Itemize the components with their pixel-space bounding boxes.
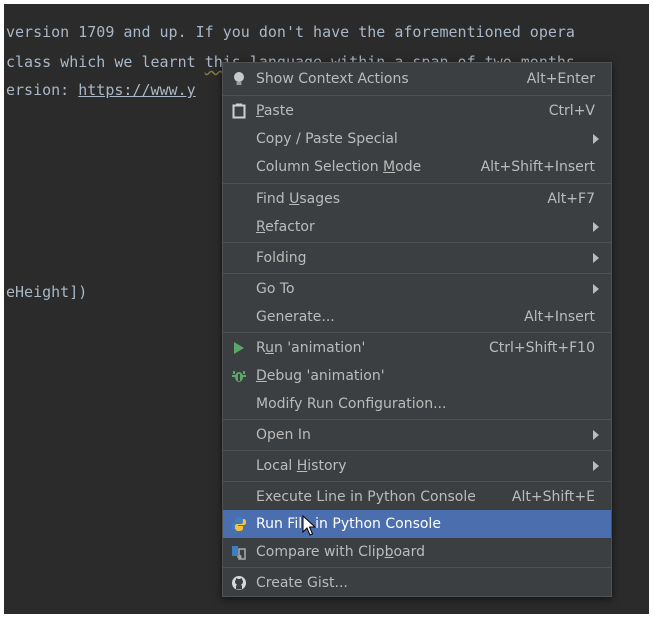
menu-item-label: Generate... [256,309,335,325]
menu-separator [223,567,611,568]
label-part: oard [393,544,425,560]
menu-item-create-gist[interactable]: Create Gist... [223,569,611,597]
code-line-3[interactable]: ersion: https://www.y [6,79,196,101]
ide-window: version 1709 and up. If you don't have t… [4,4,649,614]
label-mnemonic: U [289,191,300,207]
menu-item-label: Open In [256,427,311,443]
context-menu: Show Context Actions Alt+Enter Paste Ctr… [222,62,612,597]
code-line-4[interactable]: eHeight]) [6,281,87,303]
menu-item-modify-run-configuration[interactable]: Modify Run Configuration... [223,390,611,418]
run-icon [229,338,249,358]
menu-item-label: Run 'animation' [256,340,365,356]
menu-item-shortcut: Alt+F7 [547,191,595,207]
code-line-2-text: class which we learnt [6,53,205,71]
debug-icon [229,366,249,386]
submenu-arrow-icon [593,222,599,232]
menu-item-shortcut: Alt+Shift+E [511,489,595,505]
label-mnemonic: H [296,458,308,474]
menu-item-run-animation[interactable]: Run 'animation' Ctrl+Shift+F10 [223,334,611,362]
label-part: Compare with Clip [256,544,385,560]
label-part: Local [256,458,297,474]
menu-item-shortcut: Alt+Enter [526,71,595,87]
menu-item-column-selection-mode[interactable]: Column Selection Mode Alt+Shift+Insert [223,153,611,181]
menu-item-label: Compare with Clipboard [256,544,425,560]
menu-separator [223,450,611,451]
label-mnemonic: P [256,103,264,119]
submenu-arrow-icon [593,253,599,263]
label-part: ode [395,159,422,175]
label-part: R [256,340,266,356]
menu-item-compare-with-clipboard[interactable]: Compare with Clipboard [223,538,611,566]
menu-item-label: Local History [256,458,347,474]
lightbulb-icon [229,69,249,89]
label-mnemonic: M [383,159,396,175]
menu-item-copy-paste-special[interactable]: Copy / Paste Special [223,125,611,153]
menu-separator [223,242,611,243]
menu-item-label: Debug 'animation' [256,368,385,384]
menu-item-label: Folding [256,250,307,266]
python-icon [229,514,249,534]
menu-item-refactor[interactable]: Refactor [223,213,611,241]
menu-item-find-usages[interactable]: Find Usages Alt+F7 [223,185,611,213]
menu-item-label: Copy / Paste Special [256,131,398,147]
menu-item-label: Go To [256,281,295,297]
menu-item-paste[interactable]: Paste Ctrl+V [223,97,611,125]
menu-item-shortcut: Alt+Shift+Insert [480,159,595,175]
code-line-3-text: ersion: [6,81,79,99]
menu-item-local-history[interactable]: Local History [223,452,611,480]
menu-item-show-context-actions[interactable]: Show Context Actions Alt+Enter [223,65,611,93]
menu-item-shortcut: Alt+Insert [524,309,595,325]
submenu-arrow-icon [593,430,599,440]
compare-icon [229,542,249,562]
code-line-1[interactable]: version 1709 and up. If you don't have t… [6,21,575,43]
label-part: sages [299,191,341,207]
menu-item-run-file-python-console[interactable]: Run File in Python Console [223,510,611,538]
menu-item-label: Find Usages [256,191,340,207]
menu-item-label: Execute Line in Python Console [256,489,476,505]
menu-item-folding[interactable]: Folding [223,244,611,272]
submenu-arrow-icon [593,134,599,144]
menu-separator [223,332,611,333]
label-part: ebug 'animation' [266,368,385,384]
menu-item-label: Show Context Actions [256,71,409,87]
menu-separator [223,95,611,96]
label-part: aste [263,103,294,119]
label-mnemonic: D [256,368,267,384]
menu-item-shortcut: Ctrl+Shift+F10 [488,340,595,356]
mouse-cursor-icon [302,515,316,536]
code-line-3-url[interactable]: https://www.y [78,81,195,99]
menu-separator [223,419,611,420]
label-mnemonic: u [265,340,274,356]
label-part: efactor [265,219,315,235]
label-part: n 'animation' [273,340,366,356]
label-mnemonic: R [256,219,266,235]
menu-item-label: Column Selection Mode [256,159,421,175]
label-part: Find [256,191,290,207]
menu-item-label: Modify Run Configuration... [256,396,447,412]
submenu-arrow-icon [593,461,599,471]
menu-item-go-to[interactable]: Go To [223,275,611,303]
github-icon [229,573,249,593]
menu-item-label: Create Gist... [256,575,348,591]
menu-item-label: Paste [256,103,294,119]
menu-separator [223,481,611,482]
submenu-arrow-icon [593,284,599,294]
menu-separator [223,183,611,184]
menu-item-debug-animation[interactable]: Debug 'animation' [223,362,611,390]
label-part: Column Selection [256,159,384,175]
menu-item-open-in[interactable]: Open In [223,421,611,449]
label-part: istory [307,458,347,474]
menu-separator [223,273,611,274]
menu-item-label: Refactor [256,219,315,235]
menu-item-label: Run File in Python Console [256,516,441,532]
menu-item-execute-line-python-console[interactable]: Execute Line in Python Console Alt+Shift… [223,483,611,511]
menu-item-shortcut: Ctrl+V [548,103,595,119]
menu-item-generate[interactable]: Generate... Alt+Insert [223,303,611,331]
clipboard-icon [229,101,249,121]
